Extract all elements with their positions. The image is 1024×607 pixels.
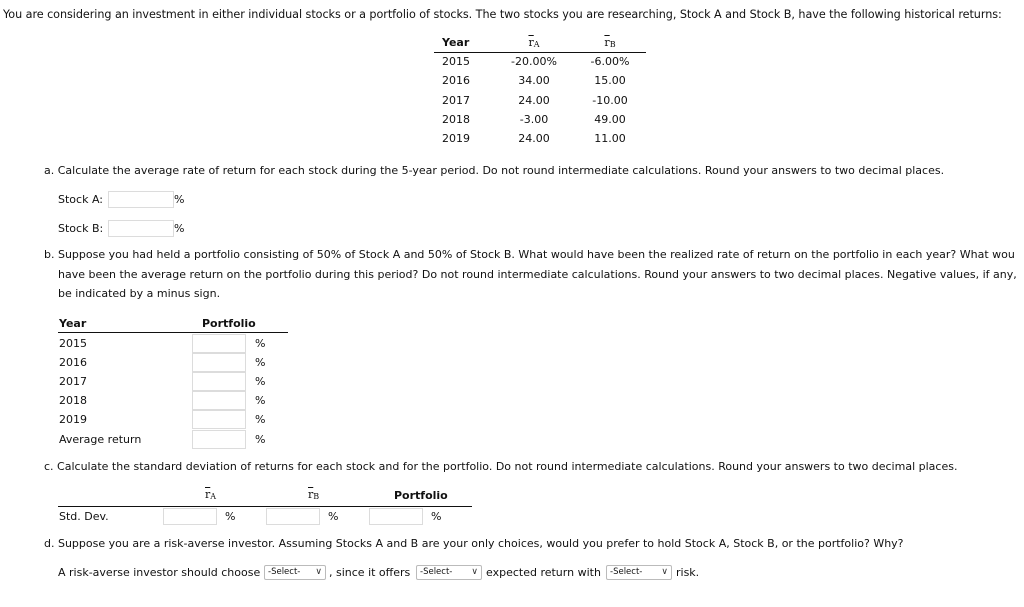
header-year: Year [442,36,470,49]
std-dev-b-input[interactable] [266,508,320,525]
answer-text-2: , since it offers [329,566,411,579]
percent-unit: % [255,375,266,388]
percent-unit: % [174,193,185,206]
percent-unit: % [328,510,339,523]
std-dev-label: Std. Dev. [59,510,109,523]
cell-return-a: 24.00 [518,132,550,146]
part-b-question-line1: b. Suppose you had held a portfolio cons… [44,248,1015,261]
header-return-b: rB [604,36,616,49]
chevron-down-icon: ∨ [661,567,668,577]
percent-unit: % [255,413,266,426]
select-value: -Select- [610,567,643,577]
part-a-question: a. Calculate the average rate of return … [44,164,945,177]
answer-text-1: A risk-averse investor should choose [58,566,261,579]
row-label: 2018 [59,394,87,407]
std-header-return-b: rB [308,488,320,501]
cell-year: 2018 [442,112,470,126]
percent-unit: % [255,356,266,369]
expected-return-select[interactable]: -Select- ∨ [416,565,482,580]
row-label: 2015 [59,337,87,350]
std-header-portfolio: Portfolio [394,489,448,502]
row-label: 2016 [59,356,87,369]
stock-b-average-input[interactable] [108,220,174,237]
percent-unit: % [255,394,266,407]
percent-unit: % [225,510,236,523]
select-value: -Select- [268,567,301,577]
row-label: 2017 [59,375,87,388]
table-row: 2018 -3.00 49.00 [434,111,646,130]
percent-unit: % [174,222,185,235]
risk-select[interactable]: -Select- ∨ [606,565,672,580]
cell-return-b: 49.00 [594,112,626,126]
percent-unit: % [255,433,266,446]
choice-select[interactable]: -Select- ∨ [264,565,326,580]
row-label: Average return [59,433,142,446]
header-return-a: rA [528,36,540,49]
percent-unit: % [255,337,266,350]
part-b-question-line2: have been the average return on the port… [58,268,1017,281]
chevron-down-icon: ∨ [471,567,478,577]
cell-year: 2016 [442,74,470,88]
header-divider [58,506,472,507]
portfolio-2018-input[interactable] [192,391,246,410]
portfolio-2019-input[interactable] [192,410,246,429]
std-dev-a-input[interactable] [163,508,217,525]
table-header: Year rA rB [434,34,646,53]
table-row: 2019 24.00 11.00 [434,130,646,149]
portfolio-header-portfolio: Portfolio [202,317,256,330]
cell-return-b: -6.00% [590,55,630,68]
historical-returns-table: Year rA rB 2015 -20.00% -6.00% 2016 34.0… [434,34,646,149]
select-value: -Select- [420,567,453,577]
stock-a-label: Stock A: [58,193,103,206]
part-b-question-line3: be indicated by a minus sign. [58,287,221,300]
part-c-question: c. Calculate the standard deviation of r… [44,460,958,473]
table-row: 2017 24.00 -10.00 [434,92,646,111]
cell-return-b: -10.00 [592,93,628,107]
table-row: 2015 -20.00% -6.00% [434,53,646,72]
part-d-question: d. Suppose you are a risk-averse investo… [44,537,904,550]
answer-text-4: risk. [676,566,700,579]
percent-unit: % [431,510,442,523]
cell-year: 2019 [442,132,470,146]
cell-return-b: 11.00 [594,132,626,146]
portfolio-average-input[interactable] [192,430,246,449]
cell-return-a: 24.00 [518,93,550,107]
cell-return-a: 34.00 [518,74,550,88]
cell-return-a: -20.00% [511,55,557,68]
cell-year: 2017 [442,93,470,107]
table-row: 2016 34.00 15.00 [434,72,646,91]
portfolio-2015-input[interactable] [192,334,246,353]
header-divider [58,332,288,333]
stock-b-label: Stock B: [58,222,104,235]
std-header-return-a: rA [205,488,217,501]
intro-text: You are considering an investment in eit… [3,8,1002,21]
answer-text-3: expected return with [486,566,601,579]
row-label: 2019 [59,413,87,426]
cell-year: 2015 [442,55,470,68]
std-dev-portfolio-input[interactable] [369,508,423,525]
stock-a-average-input[interactable] [108,191,174,208]
portfolio-2017-input[interactable] [192,372,246,391]
chevron-down-icon: ∨ [315,567,322,577]
portfolio-2016-input[interactable] [192,353,246,372]
cell-return-a: -3.00 [519,112,549,126]
cell-return-b: 15.00 [594,74,626,88]
portfolio-header-year: Year [59,317,87,330]
